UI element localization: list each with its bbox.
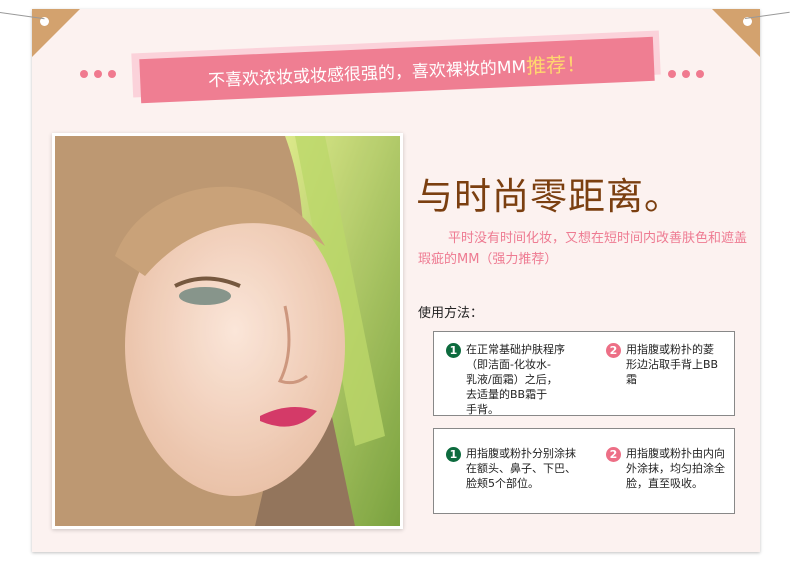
method-step-2: 2 用指腹或粉扑的菱 形边沾取手背上BB 霜 [606,342,731,387]
method-step-1: 1 用指腹或粉扑分别涂抹 在额头、鼻子、下巴、 脸颊5个部位。 [446,446,596,491]
method-step-2: 2 用指腹或粉扑由内向 外涂抹，均匀拍涂全 脸，直至吸收。 [606,446,731,491]
step-number-badge: 1 [446,343,461,358]
banner-highlight: 推荐！ [525,51,587,78]
step-text: 用指腹或粉扑的菱 形边沾取手背上BB 霜 [626,343,719,386]
decorative-dots-right [668,70,704,78]
model-face-image [55,136,400,526]
step-number-badge: 2 [606,343,621,358]
method-box-2: 1 用指腹或粉扑分别涂抹 在额头、鼻子、下巴、 脸颊5个部位。 2 用指腹或粉扑… [433,428,735,514]
model-photo [52,133,403,529]
description: 平时没有时间化妆，又想在短时间内改善肤色和遮盖瑕疵的MM（强力推荐） [418,231,748,267]
step-text: 在正常基础护肤程序 （即洁面-化妆水- 乳液/面霜）之后， 去适量的BB霜于 手… [466,343,565,416]
decorative-dots-left [80,70,116,78]
step-text: 用指腹或粉扑分别涂抹 在额头、鼻子、下巴、 脸颊5个部位。 [466,447,576,490]
step-number-badge: 2 [606,447,621,462]
usage-label: 使用方法： [418,306,484,321]
banner-text: 不喜欢浓妆或妆感很强的，喜欢裸妆的MM [207,56,527,91]
method-step-1: 1 在正常基础护肤程序 （即洁面-化妆水- 乳液/面霜）之后， 去适量的BB霜于… [446,342,586,417]
headline: 与时尚零距离。 [416,175,682,218]
step-text: 用指腹或粉扑由内向 外涂抹，均匀拍涂全 脸，直至吸收。 [626,447,725,490]
method-box-1: 1 在正常基础护肤程序 （即洁面-化妆水- 乳液/面霜）之后， 去适量的BB霜于… [433,331,735,416]
corner-ribbon-left [32,9,80,57]
step-number-badge: 1 [446,447,461,462]
